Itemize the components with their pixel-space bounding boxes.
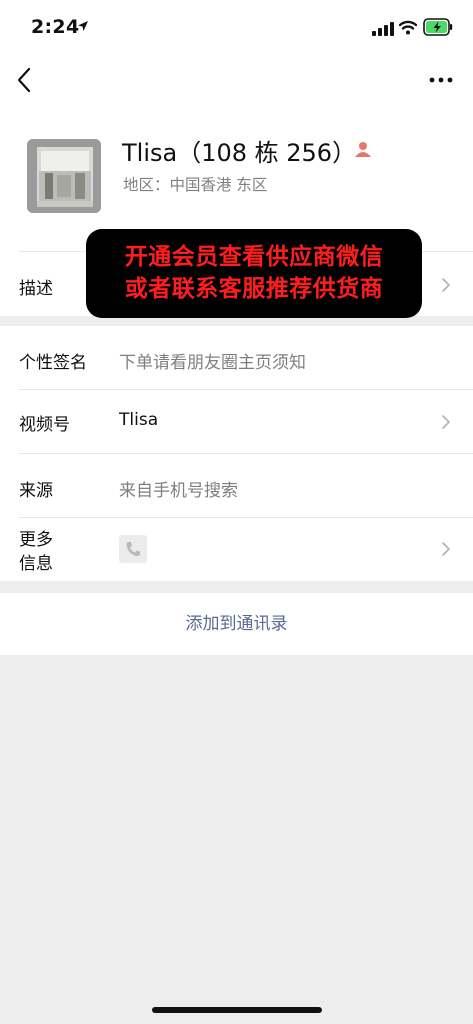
chevron-right-icon[interactable] — [441, 277, 451, 293]
channels-value[interactable]: Tlisa — [119, 410, 158, 430]
more-options-icon[interactable] — [428, 73, 454, 87]
back-icon[interactable] — [16, 67, 32, 93]
description-label[interactable]: 描述 — [19, 274, 53, 299]
promo-banner[interactable]: 开通会员查看供应商微信 或者联系客服推荐供货商 — [86, 229, 422, 318]
person-icon — [355, 142, 371, 157]
chevron-right-icon[interactable] — [441, 541, 451, 557]
promo-line-1: 开通会员查看供应商微信 — [124, 244, 384, 270]
cellular-signal-icon — [372, 22, 394, 36]
more-info-label-line2[interactable]: 信息 — [19, 549, 53, 574]
source-value: 来自手机号搜索 — [119, 481, 238, 501]
status-time: 2:24 — [31, 16, 80, 38]
avatar-image — [27, 139, 101, 213]
wifi-icon — [399, 20, 417, 35]
source-label: 来源 — [19, 481, 53, 501]
region-text: 地区：中国香港 东区 — [123, 176, 268, 194]
chevron-right-icon[interactable] — [441, 414, 451, 430]
more-info-label-line1[interactable]: 更多 — [19, 525, 53, 550]
home-indicator[interactable] — [152, 1007, 322, 1013]
divider — [19, 389, 473, 390]
battery-charging-icon — [423, 18, 453, 36]
channels-label[interactable]: 视频号 — [19, 410, 70, 435]
avatar[interactable] — [27, 139, 101, 213]
signature-value: 下单请看朋友圈主页须知 — [119, 353, 306, 373]
divider — [19, 517, 473, 518]
location-arrow-icon — [78, 21, 88, 31]
phone-icon — [119, 535, 147, 563]
signature-label: 个性签名 — [19, 353, 87, 373]
promo-line-2: 或者联系客服推荐供货商 — [124, 276, 384, 302]
contact-name: Tlisa（108 栋 256） — [122, 139, 357, 167]
add-to-contacts-button[interactable]: 添加到通讯录 — [0, 593, 473, 655]
divider — [19, 453, 473, 454]
